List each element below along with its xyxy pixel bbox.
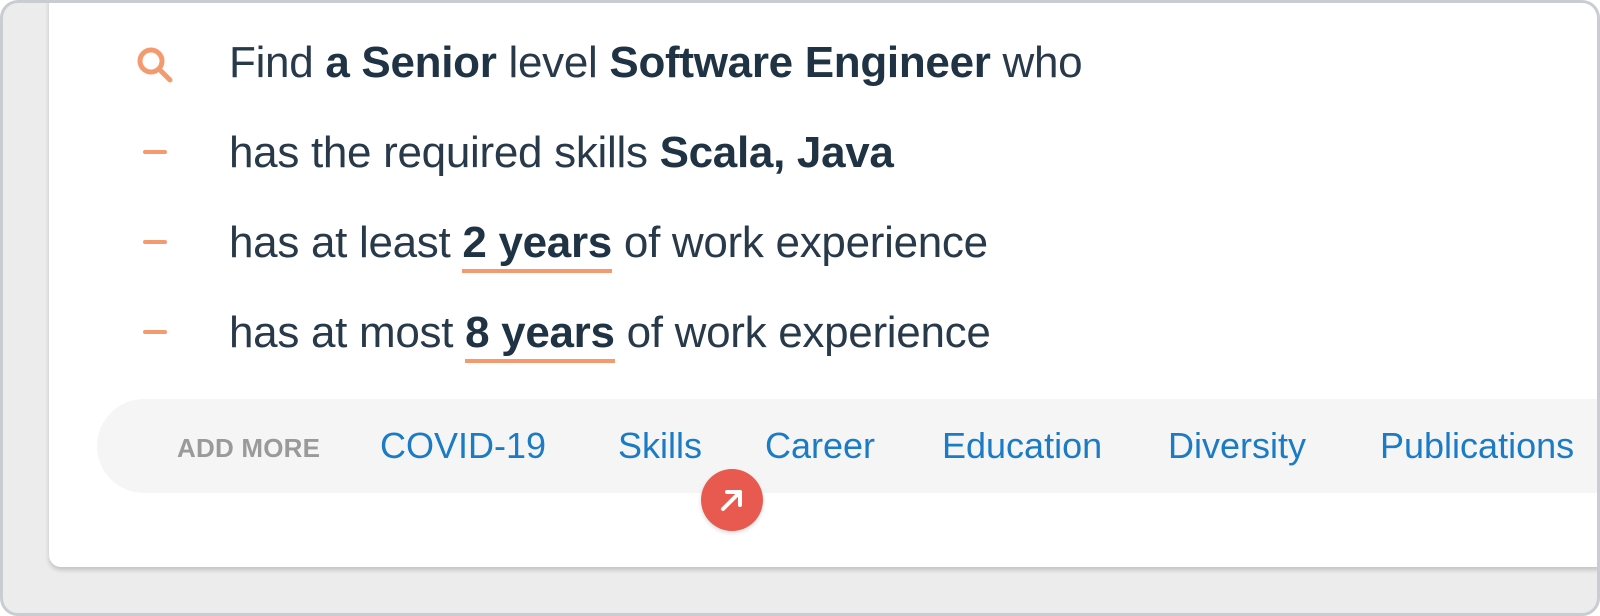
tag-diversity[interactable]: Diversity <box>1168 425 1306 467</box>
seniority-value[interactable]: a Senior <box>325 38 497 87</box>
dash-icon <box>143 150 167 154</box>
tag-skills[interactable]: Skills <box>618 425 702 467</box>
query-text: of work experience <box>614 308 991 357</box>
query-row-min-experience: has at least 2 years of work experience <box>49 207 1549 277</box>
query-text: who <box>990 38 1083 87</box>
query-text: Find <box>229 38 326 87</box>
query-text: level <box>496 38 610 87</box>
add-more-label: ADD MORE <box>177 433 321 463</box>
dash-icon <box>143 330 167 334</box>
add-more-bar: ADD MORE COVID-19 Skills Career Educatio… <box>97 399 1597 493</box>
tag-education[interactable]: Education <box>942 425 1102 467</box>
max-years-value[interactable]: 8 years <box>465 308 615 363</box>
app-frame: Find a Senior level Software Engineer wh… <box>0 0 1600 616</box>
dash-icon <box>143 240 167 244</box>
query-row-role: Find a Senior level Software Engineer wh… <box>49 27 1549 97</box>
tag-publications[interactable]: Publications <box>1380 425 1574 467</box>
query-text-skills: has the required skills Scala, Java <box>229 125 894 181</box>
query-text-role: Find a Senior level Software Engineer wh… <box>229 35 1083 91</box>
query-card: Find a Senior level Software Engineer wh… <box>49 3 1597 567</box>
tag-covid-19[interactable]: COVID-19 <box>380 425 546 467</box>
query-text-max-experience: has at most 8 years of work experience <box>229 305 991 363</box>
job-title-value[interactable]: Software Engineer <box>609 38 991 87</box>
min-years-value[interactable]: 2 years <box>462 218 612 273</box>
query-text-min-experience: has at least 2 years of work experience <box>229 215 988 273</box>
tag-career[interactable]: Career <box>765 425 875 467</box>
query-row-max-experience: has at most 8 years of work experience <box>49 297 1549 367</box>
query-text: has at least <box>229 218 463 267</box>
skills-value[interactable]: Scala, Java <box>660 128 894 177</box>
query-row-skills: has the required skills Scala, Java <box>49 117 1549 187</box>
open-link-button[interactable] <box>701 469 763 531</box>
query-text: has the required skills <box>229 128 660 177</box>
arrow-up-right-icon <box>721 490 742 511</box>
query-text: of work experience <box>611 218 988 267</box>
search-icon <box>135 45 175 85</box>
query-text: has at most <box>229 308 466 357</box>
